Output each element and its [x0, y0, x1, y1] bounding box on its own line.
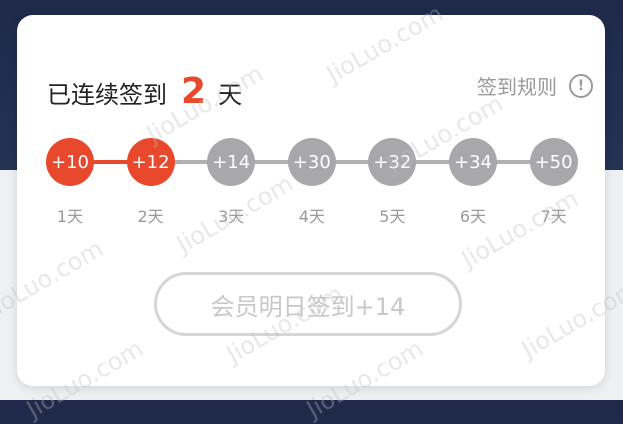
rules-link[interactable]: 签到规则 ! — [477, 71, 593, 100]
info-icon[interactable]: ! — [569, 73, 593, 98]
day-7-points-badge: +50 — [529, 138, 578, 186]
day-3-label: 3天 — [218, 207, 245, 226]
signin-tomorrow-button[interactable]: 会员明日签到+14 — [154, 272, 462, 336]
signin-card: 已连续签到 2 天 签到规则 ! +10 1天 +12 2天 +14 3天 +30 4天 +32… — [17, 15, 605, 386]
day-7-label: 7天 — [540, 207, 567, 226]
streak-suffix: 天 — [218, 81, 243, 109]
day-2-points-badge: +12 — [126, 138, 175, 186]
day-2-label: 2天 — [137, 207, 164, 226]
streak-count: 2 — [181, 71, 207, 112]
day-1-points-badge: +10 — [46, 138, 94, 186]
streak-heading: 已连续签到 2 天 — [47, 71, 242, 112]
day-6-label: 6天 — [459, 207, 487, 226]
streak-prefix: 已连续签到 — [47, 81, 167, 109]
day-1-label: 1天 — [56, 207, 84, 226]
day-4-label: 4天 — [298, 207, 325, 226]
day-6-points-badge: +34 — [449, 138, 497, 186]
day-5-points-badge: +32 — [368, 138, 417, 186]
day-5-label: 5天 — [379, 207, 406, 226]
day-4-points-badge: +30 — [287, 138, 336, 186]
rules-label: 签到规则 — [477, 75, 557, 99]
day-3-points-badge: +14 — [207, 138, 256, 186]
